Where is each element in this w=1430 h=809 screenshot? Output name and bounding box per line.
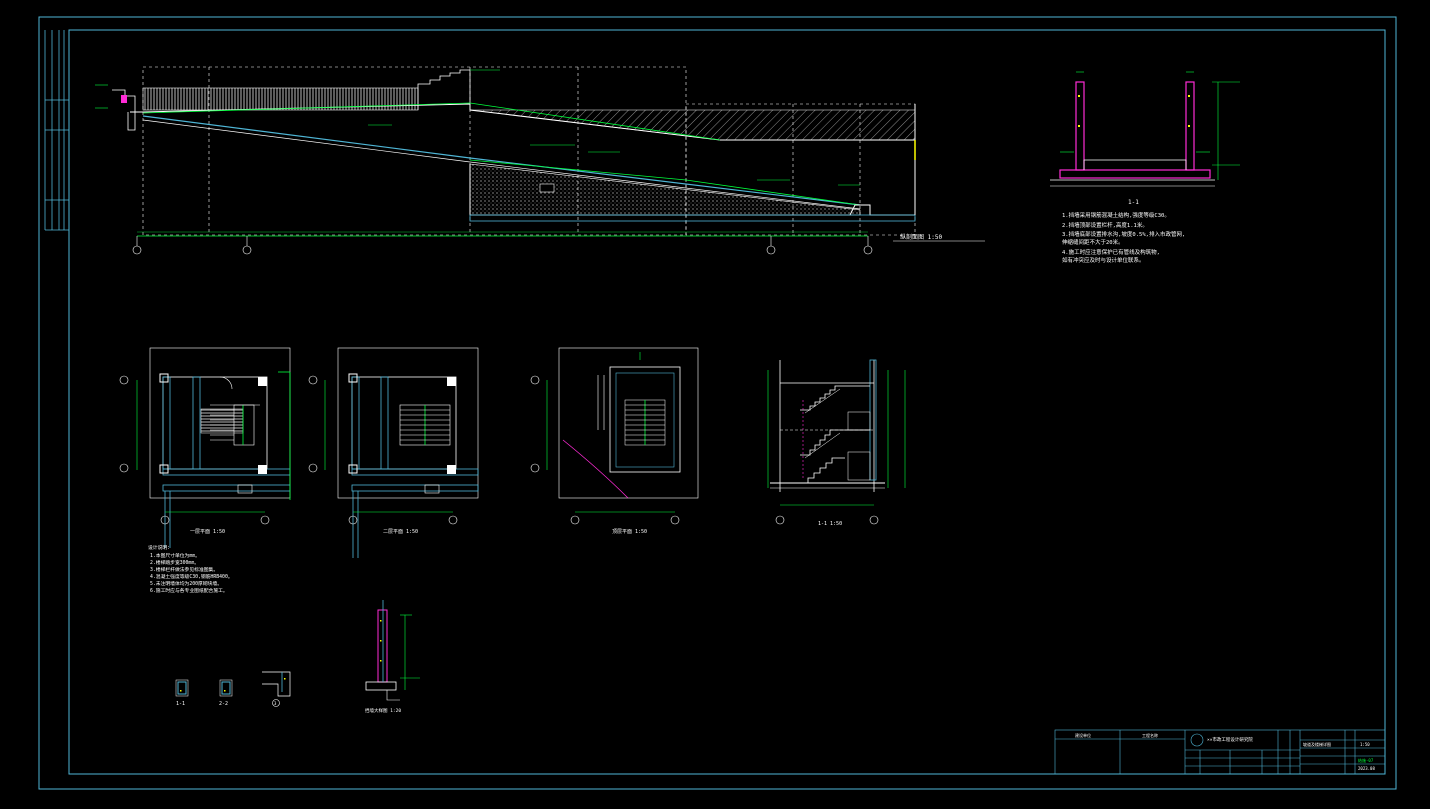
- cad-drawing-canvas: 纵剖面图 1:50 1-1 1.挡墙采用钢筋混凝土结构,强度等级C30。 2.挡…: [38, 16, 1397, 790]
- stair-plan-1: 一层平面 1:50: [119, 347, 291, 548]
- title-block-col-1: 建设单位: [1075, 732, 1091, 738]
- wall-detail-title: 挡墙大样图 1:20: [365, 707, 401, 714]
- section-note: 如有冲突应及时与设计单位联系。: [1062, 256, 1145, 264]
- wall-detail: 挡墙大样图 1:20: [365, 600, 420, 714]
- title-block: [1054, 729, 1386, 775]
- detail-label: 2-2: [219, 701, 228, 707]
- general-note: 3.楼梯栏杆做法参见标准图集。: [150, 566, 218, 573]
- stair-section: 1-1 1:50: [767, 359, 906, 527]
- longitudinal-section: 纵剖面图 1:50: [95, 66, 985, 255]
- sheet-number: 结施-07: [1358, 757, 1374, 763]
- general-note: 5.未注明墙体均为200厚砌块墙。: [150, 580, 222, 587]
- detail-label: 3: [274, 701, 277, 706]
- stair-section-title: 1-1 1:50: [818, 521, 842, 527]
- detail-label: 1-1: [176, 701, 185, 707]
- section-1-1: 1-1 1.挡墙采用钢筋混凝土结构,强度等级C30。 2.挡墙顶部设置栏杆,高度…: [1050, 71, 1240, 264]
- sheet-title: 坡道及楼梯详图: [1303, 741, 1331, 747]
- general-note: 设计说明:: [148, 544, 170, 551]
- general-note: 4.混凝土强度等级C30,钢筋HRB400。: [150, 573, 233, 580]
- section-note: 2.挡墙顶部设置栏杆,高度1.1米。: [1062, 221, 1148, 229]
- stair-plan-2: 二层平面 1:50: [308, 347, 479, 558]
- section-note: 伸缩缝间距不大于20米。: [1062, 238, 1124, 246]
- general-notes: 设计说明: 1.本图尺寸单位为mm。 2.楼梯踏步宽300mm。 3.楼梯栏杆做…: [148, 544, 233, 594]
- company-logo: [1190, 733, 1204, 747]
- sheet-scale: 1:50: [1360, 742, 1370, 747]
- general-note: 6.施工时应与各专业图纸配合施工。: [150, 587, 228, 594]
- stair-plan-2-title: 二层平面 1:50: [383, 529, 418, 535]
- general-note: 1.本图尺寸单位为mm。: [150, 552, 200, 559]
- section-note: 3.挡墙底部设置排水沟,坡度0.5%,排入市政管网,: [1062, 230, 1185, 238]
- binding-strip: [44, 30, 69, 231]
- title-block-col-2: 工程名称: [1142, 732, 1158, 738]
- section-note: 4.施工时应注意保护已有管线及构筑物,: [1062, 248, 1160, 256]
- inner-frame: [68, 29, 1386, 775]
- section-notes: 1.挡墙采用钢筋混凝土结构,强度等级C30。 2.挡墙顶部设置栏杆,高度1.1米…: [1062, 211, 1185, 264]
- longitudinal-title: 纵剖面图 1:50: [900, 233, 942, 241]
- sheet-date: 2023.08: [1358, 766, 1375, 771]
- section-1-1-label: 1-1: [1128, 199, 1139, 206]
- company-name: ××市政工程设计研究院: [1207, 736, 1253, 743]
- general-note: 2.楼梯踏步宽300mm。: [150, 559, 199, 566]
- stair-plan-1-title: 一层平面 1:50: [190, 529, 225, 535]
- stair-plan-3-title: 顶层平面 1:50: [612, 529, 647, 535]
- section-note: 1.挡墙采用钢筋混凝土结构,强度等级C30。: [1062, 211, 1170, 219]
- small-details: 1-1 2-2 3: [175, 671, 291, 707]
- stair-plan-3: 顶层平面 1:50: [530, 347, 699, 535]
